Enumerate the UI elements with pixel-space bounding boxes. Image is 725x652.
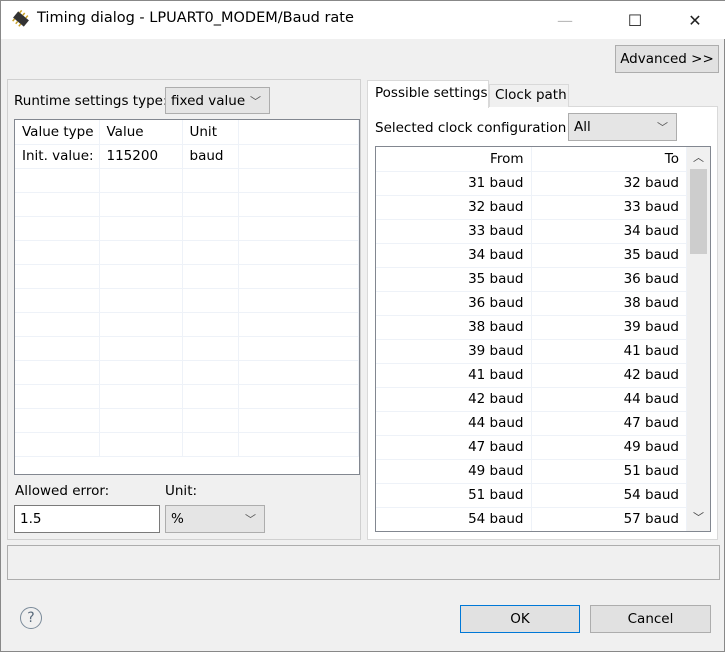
cell-from: 41 baud bbox=[376, 363, 532, 388]
allowed-error-input[interactable] bbox=[14, 505, 160, 533]
header-to: To bbox=[531, 147, 687, 172]
table-row[interactable]: 34 baud 35 baud bbox=[376, 243, 687, 268]
header-from: From bbox=[376, 147, 532, 172]
cell-to: 35 baud bbox=[531, 243, 687, 268]
table-row[interactable]: 31 baud 32 baud bbox=[376, 171, 687, 196]
cell-to: 57 baud bbox=[531, 507, 687, 531]
chevron-down-icon: ﹀ bbox=[250, 95, 261, 108]
table-row[interactable]: 38 baud 39 baud bbox=[376, 315, 687, 340]
table-row[interactable]: 41 baud 42 baud bbox=[376, 363, 687, 388]
scroll-down-icon[interactable]: ﹀ bbox=[693, 509, 704, 525]
table-row[interactable]: 51 baud 54 baud bbox=[376, 483, 687, 508]
allowed-error-label: Allowed error: bbox=[15, 483, 110, 499]
cell-to: 34 baud bbox=[531, 219, 687, 244]
runtime-settings-label: Runtime settings type: bbox=[14, 93, 168, 109]
header-value: Value bbox=[99, 120, 183, 145]
table-row[interactable]: 54 baud 57 baud bbox=[376, 507, 687, 531]
help-icon[interactable]: ? bbox=[20, 607, 42, 629]
cell-from: 32 baud bbox=[376, 195, 532, 220]
chevron-down-icon: ﹀ bbox=[245, 513, 256, 526]
table-row[interactable]: 39 baud 41 baud bbox=[376, 339, 687, 364]
chevron-down-icon: ﹀ bbox=[657, 121, 668, 134]
cell-to: 54 baud bbox=[531, 483, 687, 508]
unit-value: % bbox=[171, 511, 184, 527]
cell-from: 33 baud bbox=[376, 219, 532, 244]
cell-to: 41 baud bbox=[531, 339, 687, 364]
cell-from: 34 baud bbox=[376, 243, 532, 268]
unit-select[interactable]: % ﹀ bbox=[165, 505, 265, 533]
header-value-type: Value type bbox=[15, 120, 100, 145]
cell-unit: baud bbox=[182, 144, 239, 169]
table-row[interactable]: 42 baud 44 baud bbox=[376, 387, 687, 412]
possible-settings-table: From To 31 baud 32 baud 32 baud 33 baud 33 b… bbox=[375, 146, 711, 532]
maximize-button[interactable]: ☐ bbox=[612, 1, 658, 39]
cell-from: 51 baud bbox=[376, 483, 532, 508]
cell-from: 54 baud bbox=[376, 507, 532, 531]
cell-from: 35 baud bbox=[376, 267, 532, 292]
tab-possible-settings[interactable]: Possible settings bbox=[367, 80, 489, 108]
cell-to: 51 baud bbox=[531, 459, 687, 484]
cell-from: 42 baud bbox=[376, 387, 532, 412]
cell-to: 38 baud bbox=[531, 291, 687, 316]
cell-from: 36 baud bbox=[376, 291, 532, 316]
scroll-up-icon[interactable]: ︿ bbox=[693, 149, 704, 165]
cell-to: 42 baud bbox=[531, 363, 687, 388]
ok-button[interactable]: OK bbox=[460, 605, 580, 633]
cell-from: 49 baud bbox=[376, 459, 532, 484]
table-header: Value type Value Unit bbox=[15, 120, 359, 145]
unit-label: Unit: bbox=[165, 483, 198, 499]
cancel-button[interactable]: Cancel bbox=[590, 605, 711, 633]
cell-to: 36 baud bbox=[531, 267, 687, 292]
clock-config-select[interactable]: All ﹀ bbox=[568, 113, 677, 141]
cell-to: 44 baud bbox=[531, 387, 687, 412]
table-row[interactable]: 36 baud 38 baud bbox=[376, 291, 687, 316]
chip-icon bbox=[12, 10, 29, 27]
cell-to: 47 baud bbox=[531, 411, 687, 436]
minimize-button[interactable]: — bbox=[542, 1, 588, 39]
cell-to: 32 baud bbox=[531, 171, 687, 196]
cell-to: 39 baud bbox=[531, 315, 687, 340]
scrollbar[interactable]: ︿ ﹀ bbox=[687, 147, 710, 531]
close-button[interactable]: ✕ bbox=[672, 1, 718, 39]
table-row[interactable]: 47 baud 49 baud bbox=[376, 435, 687, 460]
table-row[interactable]: 32 baud 33 baud bbox=[376, 195, 687, 220]
cell-from: 39 baud bbox=[376, 339, 532, 364]
scrollbar-thumb[interactable] bbox=[690, 169, 707, 254]
cell-to: 49 baud bbox=[531, 435, 687, 460]
table-row[interactable]: Init. value: 115200 baud bbox=[15, 144, 359, 169]
window-title: Timing dialog - LPUART0_MODEM/Baud rate bbox=[37, 10, 354, 26]
table-row[interactable]: 33 baud 34 baud bbox=[376, 219, 687, 244]
cell-from: 44 baud bbox=[376, 411, 532, 436]
cell-to: 33 baud bbox=[531, 195, 687, 220]
advanced-button[interactable]: Advanced >> bbox=[615, 45, 719, 73]
runtime-settings-value: fixed value bbox=[171, 92, 246, 109]
clock-config-value: All bbox=[574, 119, 591, 135]
cell-value[interactable]: 115200 bbox=[99, 144, 183, 169]
header-unit: Unit bbox=[182, 120, 239, 145]
table-row[interactable]: 35 baud 36 baud bbox=[376, 267, 687, 292]
cell-from: 38 baud bbox=[376, 315, 532, 340]
title-bar: Timing dialog - LPUART0_MODEM/Baud rate … bbox=[1, 1, 725, 39]
table-row[interactable]: 44 baud 47 baud bbox=[376, 411, 687, 436]
cell-value-type: Init. value: bbox=[15, 144, 100, 169]
table-header: From To bbox=[376, 147, 687, 172]
tab-clock-path[interactable]: Clock path bbox=[489, 84, 569, 107]
cell-from: 47 baud bbox=[376, 435, 532, 460]
status-message-area bbox=[7, 545, 720, 580]
clock-config-label: Selected clock configuration bbox=[375, 120, 567, 136]
runtime-settings-select[interactable]: fixed value ﹀ bbox=[165, 87, 270, 114]
table-row[interactable]: 49 baud 51 baud bbox=[376, 459, 687, 484]
cell-from: 31 baud bbox=[376, 171, 532, 196]
values-table: Value type Value Unit Init. value: 11520… bbox=[14, 119, 360, 475]
